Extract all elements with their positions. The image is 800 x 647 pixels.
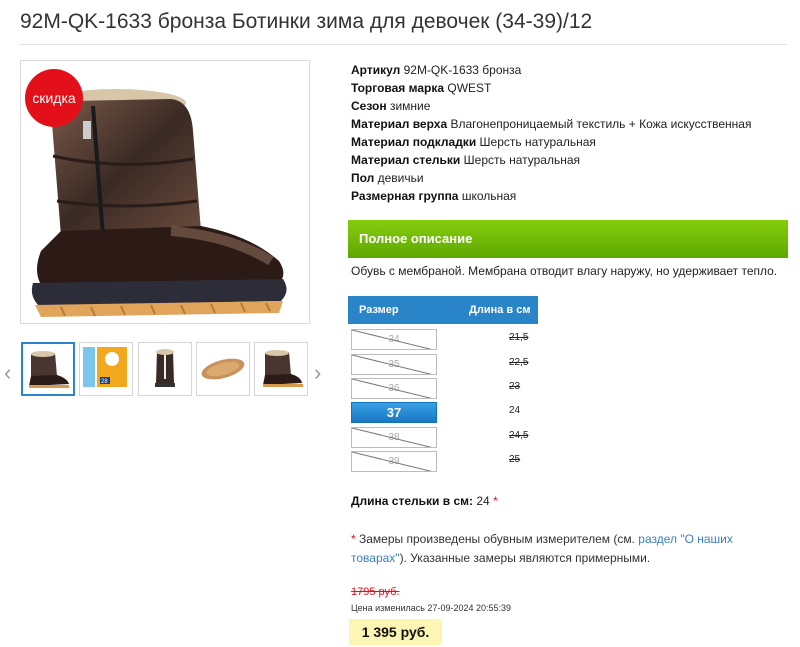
insole-asterisk: * [493,494,498,508]
length-value: 23 [509,381,521,392]
insole-label: Длина стельки в см: [351,494,474,508]
size-column-header: Размер [359,304,399,316]
price-changed-date: Цена изменилась 27-09-2024 20:55:39 [351,603,512,613]
current-price: 1 395 руб. [349,619,442,645]
full-description-header[interactable]: Полное описание [348,220,788,258]
main-product-image[interactable]: скидка [20,60,310,324]
length-value: 22,5 [509,357,529,368]
attr-gender: Пол девичьи [351,171,424,185]
length-column-header: Длина в см [469,304,531,316]
measurement-note: * Замеры произведены обувным измерителем… [351,532,733,565]
size-table-header: Размер Длина в см [348,296,538,324]
insole-value: 24 [476,494,490,508]
size-option-39[interactable]: 39 [351,451,437,472]
size-option-35[interactable]: 35 [351,354,437,375]
membrane-thumb-icon: 28 [80,343,132,395]
thumb-28-label: 28 [101,379,108,385]
attr-insole-material: Материал стельки Шерсть натуральная [351,153,581,167]
size-row: 36 23 [348,378,548,402]
title-divider [20,44,787,45]
size-row: 34 21,5 [348,329,548,353]
thumbnail-sole[interactable] [196,342,250,396]
attr-upper-material: Материал верха Влагонепроницаемый тексти… [351,117,752,131]
size-option-34[interactable]: 34 [351,329,437,350]
thumbnail-boot-front[interactable] [254,342,308,396]
attr-season: Сезон зимние [351,99,431,113]
boot-thumb-icon [29,351,69,388]
chevron-left-icon[interactable]: ‹ [4,360,11,386]
attr-size-group: Размерная группа школьная [351,189,517,203]
sole-thumb-icon [201,358,245,380]
boot-front-thumb-icon [263,350,303,387]
thumbnail-gallery: ‹ 28 › [0,342,330,400]
attr-brand: Торговая марка QWEST [351,81,492,95]
old-price: 1795 руб. [351,586,400,598]
sale-badge: скидка [25,69,83,127]
length-value: 24 [509,405,521,416]
thumbnail-membrane-info[interactable]: 28 [79,342,133,396]
size-option-38[interactable]: 38 [351,427,437,448]
boot-back-thumb-icon [155,349,175,387]
page-title: 92M-QK-1633 бронза Ботинки зима для дево… [20,10,593,33]
size-row: 37 24 [348,402,548,426]
size-option-36[interactable]: 36 [351,378,437,399]
length-value: 25 [509,454,521,465]
attr-article: Артикул 92M-QK-1633 бронза [351,63,522,77]
size-row: 35 22,5 [348,354,548,378]
product-attributes: Артикул 92M-QK-1633 бронза Торговая марк… [351,61,751,205]
size-row: 39 25 [348,451,548,475]
chevron-right-icon[interactable]: › [314,360,321,386]
attr-lining-material: Материал подкладки Шерсть натуральная [351,135,596,149]
thumbnail-boot-back[interactable] [138,342,192,396]
length-value: 24,5 [509,430,529,441]
length-value: 21,5 [509,332,529,343]
insole-length: Длина стельки в см: 24 * [351,494,498,508]
thumbnail-boot-side[interactable] [21,342,75,396]
size-option-37[interactable]: 37 [351,402,437,423]
size-row: 38 24,5 [348,427,548,451]
description-text: Обувь с мембраной. Мембрана отводит влаг… [351,264,778,278]
